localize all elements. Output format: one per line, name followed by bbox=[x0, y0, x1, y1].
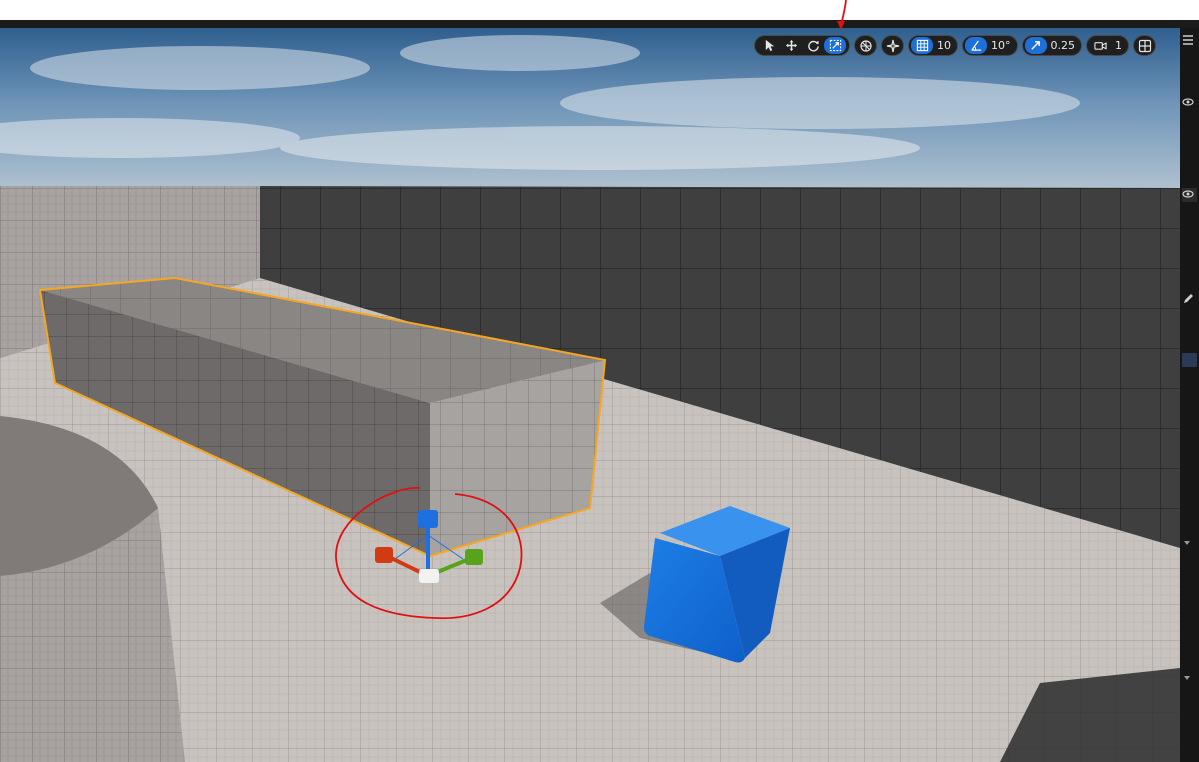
rotate-icon[interactable] bbox=[802, 37, 824, 54]
camera-speed-value: 1 bbox=[1115, 39, 1122, 52]
layout-grid-icon[interactable] bbox=[1133, 35, 1156, 56]
select-icon[interactable] bbox=[758, 37, 780, 54]
pencil-icon[interactable] bbox=[1182, 293, 1197, 307]
scale-snap-icon[interactable] bbox=[1024, 37, 1047, 54]
scale-snap-value: 0.25 bbox=[1050, 39, 1076, 52]
grid-snap-control[interactable]: 10 bbox=[908, 35, 958, 56]
rotation-snap-control[interactable]: 10° bbox=[962, 35, 1018, 56]
camera-speed-control[interactable]: 1 bbox=[1086, 35, 1129, 56]
transform-mode-group bbox=[754, 35, 850, 56]
move-icon[interactable] bbox=[780, 37, 802, 54]
outliner-panel-edge bbox=[1180, 28, 1199, 762]
level-viewport[interactable] bbox=[0, 28, 1180, 762]
scale-icon[interactable] bbox=[824, 37, 846, 54]
camera-icon[interactable] bbox=[1089, 37, 1111, 54]
viewport-toolbar: 10 10° 0.25 1 bbox=[754, 34, 1156, 57]
grid-snap-value: 10 bbox=[937, 39, 951, 52]
angle-snap-icon[interactable] bbox=[965, 37, 987, 54]
eye-icon[interactable] bbox=[1182, 96, 1197, 110]
surface-snap-icon[interactable] bbox=[881, 35, 904, 56]
globe-icon[interactable] bbox=[854, 35, 877, 56]
scale-snap-control[interactable]: 0.25 bbox=[1021, 35, 1082, 56]
grid-snap-icon[interactable] bbox=[911, 37, 933, 54]
details-tab-icon[interactable] bbox=[1182, 353, 1197, 367]
menu-icon[interactable] bbox=[1182, 34, 1197, 48]
eye-icon[interactable] bbox=[1182, 188, 1197, 202]
rotation-snap-value: 10° bbox=[991, 39, 1011, 52]
chevron-down-icon[interactable] bbox=[1182, 538, 1197, 552]
viewport-scene[interactable] bbox=[0, 28, 1180, 762]
chevron-down-icon[interactable] bbox=[1182, 673, 1197, 687]
